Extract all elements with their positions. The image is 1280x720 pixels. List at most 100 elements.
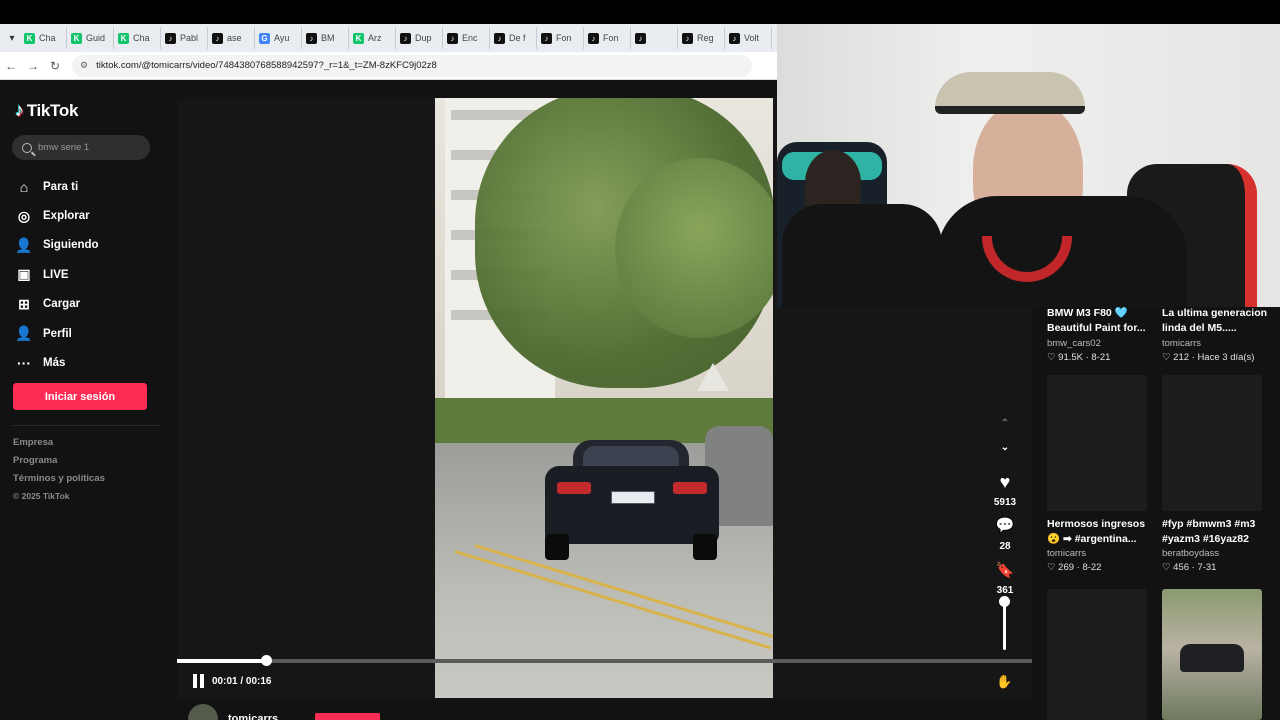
browser-tab-label: BM <box>321 33 335 43</box>
tab-list-chevron-icon[interactable]: ▾ <box>4 33 20 44</box>
sidebar-item-siguiendo[interactable]: 👤 Siguiendo <box>15 231 98 260</box>
browser-tab-label: Ayu <box>274 33 290 43</box>
google-icon: G <box>259 32 270 44</box>
forward-arrow-icon[interactable]: → <box>22 59 44 73</box>
search-input[interactable]: bmw serie 1 <box>12 135 150 160</box>
rec-thumbnail[interactable] <box>1047 375 1147 511</box>
person-left-body <box>782 204 942 307</box>
rec-user: bmw_cars02 <box>1047 338 1101 349</box>
rec-thumbnail[interactable] <box>1162 589 1262 720</box>
rec-thumbnail[interactable] <box>1047 589 1147 720</box>
browser-tab[interactable]: K Cha <box>114 27 161 49</box>
home-icon: ⌂ <box>19 178 29 195</box>
browser-tab[interactable]: ♪ Fon <box>537 27 584 49</box>
rec-stats: ♡ 91.5K · 8-21 <box>1047 352 1111 363</box>
browser-tab[interactable]: ♪ Reg <box>678 27 725 49</box>
rec-title: La ultima generacion linda del M5..... <box>1162 307 1268 334</box>
person-right-cap <box>935 72 1085 114</box>
sidebar-item-label: Más <box>43 357 66 370</box>
progress-knob[interactable] <box>260 655 272 666</box>
browser-tab[interactable]: G Ayu <box>255 27 302 49</box>
car-taillight <box>673 482 707 494</box>
sidebar-item-label: Cargar <box>43 298 81 311</box>
rec-title: #fyp #bmwm3 #m3 #yazm3 #16yaz82 <box>1162 518 1256 545</box>
tiktok-icon: ♪ <box>494 32 505 44</box>
car-plate <box>611 491 655 504</box>
logo-text: TikTok <box>26 100 79 120</box>
sidebar-item-perfil[interactable]: 👤 Perfil <box>15 319 99 348</box>
browser-tab[interactable]: ♪ BM <box>302 27 349 49</box>
upload-icon: ⊞ <box>18 295 30 312</box>
browser-tab[interactable]: ♪ Pabl <box>161 27 208 49</box>
browser-tab[interactable]: ♪ Enc <box>443 27 490 49</box>
pause-icon[interactable] <box>193 674 205 688</box>
tiktok-note-icon: ♪ <box>15 100 24 120</box>
browser-tab[interactable]: ♪ ase <box>208 27 255 49</box>
reload-icon[interactable]: ↻ <box>44 59 66 73</box>
sidebar-item-explorar[interactable]: ◎ Explorar <box>15 201 99 230</box>
sidebar-menu: ⌂ Para ti ◎ Explorar 👤 Siguiendo ▣ LIVE ⊞ Cargar 👤… <box>15 172 99 378</box>
site-info-icon[interactable]: ⚙ <box>80 60 88 71</box>
footer-link-programa[interactable]: Programa <box>13 455 105 473</box>
progress-fill <box>177 659 266 663</box>
author-name[interactable]: tomicarrs <box>228 713 278 720</box>
tiktok-icon: ♪ <box>541 32 552 44</box>
search-icon <box>22 142 32 153</box>
browser-tab-label: Fon <box>603 33 619 43</box>
video-frame[interactable] <box>435 98 773 698</box>
browser-tab-label: Fon <box>556 33 572 43</box>
url-input[interactable]: ⚙ tiktok.com/@tomicarrs/video/7484380768… <box>72 54 752 77</box>
sidebar-item-live[interactable]: ▣ LIVE <box>15 260 99 289</box>
tiktok-icon: ♪ <box>588 32 599 44</box>
rec-title: BMW M3 F80 🩵 Beautiful Paint for... <box>1047 307 1146 334</box>
car-tire <box>545 534 569 560</box>
browser-tab[interactable]: ♪ De f <box>490 27 537 49</box>
sidebar-item-label: Explorar <box>43 210 90 223</box>
progress-bar[interactable] <box>177 659 1032 663</box>
footer-link-terminos[interactable]: Términos y políticas <box>13 473 105 491</box>
footer-link-empresa[interactable]: Empresa <box>13 437 105 455</box>
browser-tab[interactable]: ♪ Dup <box>396 27 443 49</box>
avatar[interactable] <box>188 704 218 720</box>
browser-tab-label: Volt <box>744 33 760 43</box>
follow-button[interactable] <box>315 713 380 720</box>
playback-time: 00:01 / 00:16 <box>212 676 272 687</box>
sidebar-item-label: LIVE <box>43 268 69 281</box>
sidebar-item-cargar[interactable]: ⊞ Cargar <box>15 290 99 319</box>
browser-tab[interactable]: K Guid <box>67 27 114 49</box>
rec-stats: ♡ 456 · 7-31 <box>1162 562 1217 573</box>
rec-title: Hermosos ingresos 😮 ➡ #argentina... <box>1047 518 1146 545</box>
browser-tab[interactable]: K Arz <box>349 27 396 49</box>
sidebar: ♪ TikTok bmw serie 1 ⌂ Para ti ◎ Explorar 👤 S… <box>0 80 176 720</box>
pedestrian-sign <box>697 363 729 391</box>
browser-tab[interactable]: K Cha <box>20 27 67 49</box>
profile-icon: 👤 <box>15 325 33 342</box>
video-tree <box>615 158 773 338</box>
tiktok-logo[interactable]: ♪ TikTok <box>15 100 78 121</box>
volume-hand-cursor-icon[interactable]: ✋ <box>996 674 1012 690</box>
browser-tab[interactable]: ♪ Fon <box>584 27 631 49</box>
car-body <box>545 466 719 544</box>
browser-tab[interactable]: ♪ Volt <box>725 27 772 49</box>
tiktok-icon: ♪ <box>682 32 693 44</box>
sidebar-item-para-ti[interactable]: ⌂ Para ti <box>15 172 99 201</box>
volume-knob[interactable] <box>999 595 1010 607</box>
tiktok-green-icon: K <box>24 32 35 44</box>
rec-user: beratboydass <box>1162 548 1220 559</box>
more-icon: ··· <box>17 355 31 372</box>
browser-tab-label: Dup <box>415 33 432 43</box>
sidebar-item-label: Para ti <box>43 180 79 193</box>
back-arrow-icon[interactable]: ← <box>0 59 22 73</box>
url-text: tiktok.com/@tomicarrs/video/748438076858… <box>96 60 437 71</box>
following-icon: 👤 <box>15 236 33 253</box>
browser-tab-label: De f <box>509 33 526 43</box>
browser-tab[interactable]: ♪ <box>631 27 678 49</box>
rec-thumbnail[interactable] <box>1162 375 1262 511</box>
tiktok-green-icon: K <box>118 32 129 44</box>
browser-tab-label: Guid <box>86 33 106 43</box>
browser-tab-label: Enc <box>462 33 478 43</box>
login-button[interactable]: Iniciar sesión <box>13 383 147 410</box>
rec-user: tomicarrs <box>1047 548 1087 559</box>
tiktok-green-icon: K <box>71 32 82 44</box>
sidebar-item-m-s[interactable]: ··· Más <box>15 348 99 377</box>
